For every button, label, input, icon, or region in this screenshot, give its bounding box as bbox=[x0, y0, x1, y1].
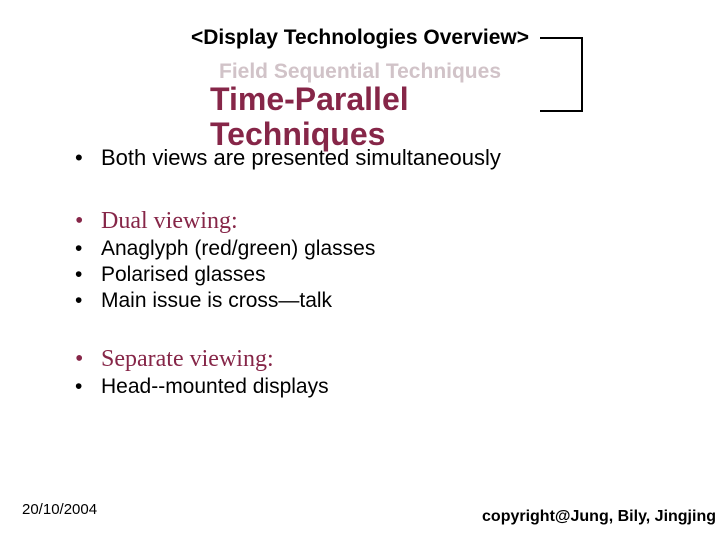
slide-title: Time-Parallel Techniques bbox=[210, 82, 409, 152]
bullet-dual-heading: Dual viewing: bbox=[75, 206, 685, 236]
page-header: <Display Technologies Overview> bbox=[0, 26, 720, 50]
bullet-separate-heading: Separate viewing: bbox=[75, 344, 685, 374]
bullet-dual-item: Main issue is cross—talk bbox=[75, 288, 685, 314]
footer-copyright: copyright@Jung, Bily, Jingjing bbox=[482, 508, 716, 526]
slide: <Display Technologies Overview> Field Se… bbox=[0, 0, 720, 540]
bullet-separate-item: Head--mounted displays bbox=[75, 374, 685, 400]
bullet-dual-item: Anaglyph (red/green) glasses bbox=[75, 236, 685, 262]
title-line-1: Time-Parallel bbox=[210, 82, 409, 117]
bullet-intro: Both views are presented simultaneously bbox=[75, 144, 685, 172]
slide-body: Both views are presented simultaneously … bbox=[75, 144, 685, 401]
decoration-line bbox=[540, 110, 582, 112]
footer-date: 20/10/2004 bbox=[22, 501, 97, 518]
bullet-dual-item: Polarised glasses bbox=[75, 262, 685, 288]
